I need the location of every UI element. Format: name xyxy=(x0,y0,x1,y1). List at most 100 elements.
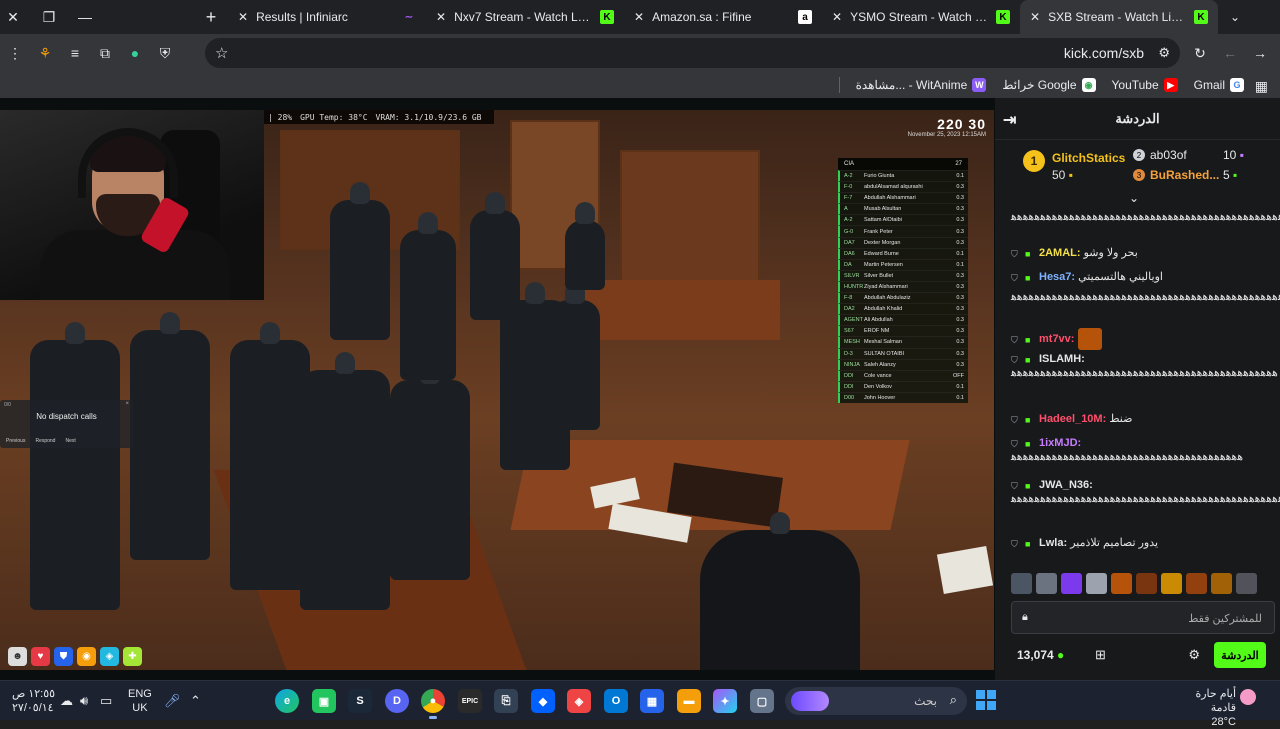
discord-icon[interactable]: D xyxy=(385,689,409,713)
close-icon[interactable]: × xyxy=(125,401,129,407)
emote[interactable] xyxy=(1236,573,1257,594)
edge-icon[interactable]: e xyxy=(275,689,299,713)
taskbar-search[interactable]: بحث ⌕ xyxy=(785,687,967,715)
chat-message: ⛉ ■ Lwla: يدور تصاميم تلاذمير xyxy=(1011,536,1266,550)
chat-username[interactable]: 1ixMJD: xyxy=(1039,437,1081,449)
menu-icon[interactable]: ⋮ xyxy=(0,38,30,68)
language-indicator[interactable]: ENG UK xyxy=(128,687,152,715)
dispatch-next-button[interactable]: Next xyxy=(65,438,75,444)
tab-close-icon[interactable]: ✕ xyxy=(832,10,842,24)
bookmark-maps[interactable]: خرائط Google ◉ xyxy=(1002,78,1096,92)
app-icon[interactable]: ▣ xyxy=(312,689,336,713)
chat-input[interactable]: 🔒︎ للمشتركين فقط xyxy=(1011,601,1275,634)
weather-widget[interactable]: أيام حارة قادمة 28°C xyxy=(1174,687,1236,729)
app-icon[interactable]: ▢ xyxy=(750,689,774,713)
channel-points[interactable]: 13,074 ● xyxy=(1017,648,1064,662)
bookmark-witanime[interactable]: مشاهدة... - WitAnime W xyxy=(856,78,987,92)
tab-sxb[interactable]: ✕ SXB Stream - Watch Live on Kick K xyxy=(1020,0,1218,34)
chat-send-button[interactable]: الدردشة xyxy=(1214,642,1266,668)
tab-nxv7[interactable]: ✕ Nxv7 Stream - Watch Live on Kick K xyxy=(426,0,624,34)
tab-ysmo[interactable]: ✕ YSMO Stream - Watch Live on Kick K xyxy=(822,0,1020,34)
emote[interactable] xyxy=(1036,573,1057,594)
bookmark-youtube[interactable]: YouTube ▶ xyxy=(1112,78,1178,92)
steam-icon[interactable]: S xyxy=(348,689,372,713)
search-placeholder: بحث xyxy=(914,694,937,708)
dispatch-previous-button[interactable]: Previous xyxy=(6,438,25,444)
taskbar-clock[interactable]: ١٢:٥٥ ص ٢٧/٠٥/١٤ xyxy=(12,687,55,715)
chat-username[interactable]: ISLAMH: xyxy=(1039,353,1085,365)
apps-grid-icon[interactable]: ▦ xyxy=(1255,78,1268,95)
tab-amazon[interactable]: ✕ Amazon.sa : Fifine a xyxy=(624,0,822,34)
new-tab-button[interactable]: + xyxy=(194,0,228,34)
gift-box-icon[interactable]: ⊞ xyxy=(1095,647,1106,663)
chat-username[interactable]: mt7vv: xyxy=(1039,333,1074,345)
roster-code: A-2 xyxy=(844,173,853,180)
file-explorer-icon[interactable]: ▬ xyxy=(677,689,701,713)
display-icon[interactable]: ▭ xyxy=(100,693,112,709)
dropbox-icon[interactable]: ◆ xyxy=(531,689,555,713)
kick-icon: K xyxy=(996,10,1010,24)
browser-toolbar: ⋮ ⚘ ≡ ⧉ ● ⛨ ☆ kick.com/sxb ⚙ ↻ ← → xyxy=(0,34,1280,72)
cloud-icon[interactable]: ☁ xyxy=(60,693,73,709)
bookmark-gmail[interactable]: Gmail G xyxy=(1194,78,1244,92)
volume-icon[interactable]: 🔊︎ xyxy=(80,693,88,709)
site-settings-icon[interactable]: ⚙ xyxy=(1158,45,1170,61)
tab-close-icon[interactable]: ✕ xyxy=(238,10,248,24)
tab-close-icon[interactable]: ✕ xyxy=(634,10,644,24)
epic-games-icon[interactable]: EPIC xyxy=(458,689,482,713)
extension-badge-icon[interactable]: ● xyxy=(120,38,150,68)
leader-name[interactable]: BuRashed... xyxy=(1150,168,1219,182)
emote[interactable] xyxy=(1211,573,1232,594)
chat-username[interactable]: Hadeel_10M: xyxy=(1039,413,1106,425)
maps-icon: ◉ xyxy=(1081,78,1096,92)
expand-leaderboard-icon[interactable]: ⌄ xyxy=(1129,191,1139,205)
collapse-chat-icon[interactable]: ⇥ xyxy=(1003,110,1016,130)
close-window-icon[interactable]: ✕ xyxy=(0,0,26,34)
extension-icon[interactable]: ⚘ xyxy=(30,38,60,68)
outlook-icon[interactable]: O xyxy=(604,689,628,713)
emote[interactable] xyxy=(1061,573,1082,594)
emote[interactable] xyxy=(1186,573,1207,594)
chevron-up-icon[interactable]: ⌃ xyxy=(190,693,201,709)
chat-username[interactable]: 2AMAL: xyxy=(1039,247,1081,259)
sub-badge-icon: ⛉ xyxy=(1011,335,1018,345)
microphone-icon[interactable]: 🎤︎ xyxy=(164,693,181,709)
store-icon[interactable]: ▦ xyxy=(640,689,664,713)
back-icon[interactable]: ← xyxy=(1215,38,1245,68)
emote[interactable] xyxy=(1111,573,1132,594)
sub-badge-icon: ⛉ xyxy=(1011,439,1018,450)
bookmark-star-icon[interactable]: ☆ xyxy=(215,44,228,62)
extensions-puzzle-icon[interactable]: ⧉ xyxy=(90,38,120,68)
address-bar[interactable]: ☆ kick.com/sxb ⚙ xyxy=(205,38,1180,68)
copilot-icon[interactable]: ✦ xyxy=(713,689,737,713)
gear-icon[interactable]: ⚙ xyxy=(1188,647,1200,663)
restore-window-icon[interactable]: ❐ xyxy=(36,0,62,34)
emote[interactable] xyxy=(1086,573,1107,594)
emote[interactable] xyxy=(1136,573,1157,594)
dispatch-respond-button[interactable]: Respond xyxy=(35,438,55,444)
app-icon[interactable]: ⎘ xyxy=(494,689,518,713)
chat-text: اوياليني هالتسميتي xyxy=(1078,271,1163,283)
tab-infiniarc[interactable]: ✕ Results | Infiniarc ∼ xyxy=(228,0,426,34)
chat-username[interactable]: Lwla: xyxy=(1039,537,1067,549)
emote[interactable] xyxy=(1011,573,1032,594)
media-control-icon[interactable]: ≡ xyxy=(60,38,90,68)
leader-name[interactable]: ab03of xyxy=(1150,148,1187,162)
minimize-window-icon[interactable]: — xyxy=(72,0,98,34)
windows-start-icon[interactable] xyxy=(976,690,996,710)
chat-username[interactable]: JWA_N36: xyxy=(1039,479,1093,491)
forward-icon[interactable]: → xyxy=(1245,38,1275,68)
tab-search-chevron-icon[interactable]: ⌄ xyxy=(1218,10,1252,24)
stream-video[interactable]: | 28% GPU Temp: 38°C VRAM: 3.1/10.9/23.6… xyxy=(0,110,994,670)
reload-icon[interactable]: ↻ xyxy=(1185,38,1215,68)
emote[interactable] xyxy=(1161,573,1182,594)
shield-icon[interactable]: ⛨ xyxy=(150,38,180,68)
leader-name[interactable]: GlitchStatics xyxy=(1052,151,1125,165)
tab-close-icon[interactable]: ✕ xyxy=(1030,10,1040,24)
leader-points-value: 50 xyxy=(1052,168,1066,182)
chat-username[interactable]: Hesa7: xyxy=(1039,271,1075,283)
chrome-icon[interactable]: ● xyxy=(421,689,445,719)
emote-row xyxy=(1011,573,1257,594)
app-icon[interactable]: ◈ xyxy=(567,689,591,713)
tab-close-icon[interactable]: ✕ xyxy=(436,10,446,24)
